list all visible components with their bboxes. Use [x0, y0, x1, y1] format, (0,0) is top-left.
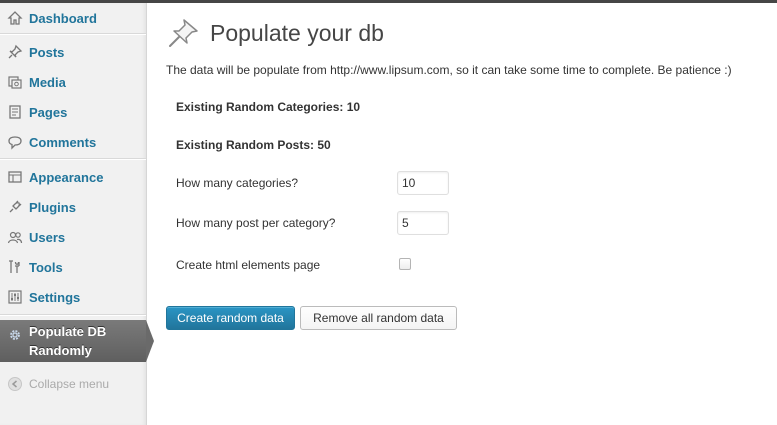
sidebar-current-label-line2: Randomly	[29, 343, 92, 358]
page-title: Populate your db	[210, 20, 384, 46]
tools-icon	[6, 258, 24, 276]
sidebar-item-dashboard[interactable]: Dashboard	[0, 3, 146, 33]
categories-count-input[interactable]	[397, 171, 449, 195]
current-menu-arrow	[146, 320, 154, 362]
sidebar-item-comments[interactable]: Comments	[0, 127, 146, 157]
sidebar-item-label: Plugins	[29, 199, 76, 215]
html-elements-page-checkbox[interactable]	[399, 258, 411, 270]
sidebar-item-label: Tools	[29, 259, 63, 275]
sidebar-item-label: Posts	[29, 44, 65, 60]
pushpin-icon	[166, 17, 202, 49]
intro-text: The data will be populate from http://ww…	[166, 63, 732, 77]
sidebar-item-label: Appearance	[29, 169, 104, 185]
users-icon	[6, 228, 24, 246]
page-header: Populate your db	[166, 17, 466, 51]
gear-icon	[6, 326, 24, 344]
remove-random-data-button[interactable]: Remove all random data	[300, 306, 457, 330]
sidebar-item-media[interactable]: Media	[0, 67, 146, 97]
menu-separator	[0, 33, 146, 35]
pages-icon	[6, 103, 24, 121]
sidebar-item-populate-db-randomly[interactable]: Populate DB Randomly	[0, 320, 154, 362]
sidebar-item-tools[interactable]: Tools	[0, 252, 146, 282]
collapse-menu-label: Collapse menu	[29, 377, 110, 391]
sidebar-item-label: Dashboard	[29, 10, 97, 26]
sidebar-item-label: Pages	[29, 104, 68, 120]
sidebar-item-posts[interactable]: Posts	[0, 37, 146, 67]
sidebar-item-users[interactable]: Users	[0, 222, 146, 252]
appearance-icon	[6, 168, 24, 186]
sidebar-item-appearance[interactable]: Appearance	[0, 162, 146, 192]
sidebar-item-label: Media	[29, 74, 66, 90]
plugins-icon	[6, 198, 24, 216]
posts-per-category-label: How many post per category?	[176, 216, 336, 230]
sidebar-item-label: Users	[29, 229, 66, 245]
create-random-data-button[interactable]: Create random data	[166, 306, 295, 330]
existing-posts-count: Existing Random Posts: 50	[176, 138, 331, 152]
collapse-menu-button[interactable]: Collapse menu	[0, 369, 146, 399]
sidebar-current-label-line1: Populate DB	[29, 324, 107, 339]
settings-icon	[6, 288, 24, 306]
collapse-arrow-icon	[6, 375, 24, 393]
comments-icon	[6, 133, 24, 151]
menu-separator	[0, 314, 146, 316]
existing-categories-count: Existing Random Categories: 10	[176, 100, 361, 114]
dashboard-icon	[6, 9, 24, 27]
sidebar-item-label: Populate DB Randomly	[29, 322, 106, 360]
html-elements-page-label: Create html elements page	[176, 258, 321, 272]
sidebar-item-settings[interactable]: Settings	[0, 282, 146, 312]
sidebar-item-pages[interactable]: Pages	[0, 97, 146, 127]
menu-separator	[0, 158, 146, 160]
pushpin-icon	[6, 43, 24, 61]
sidebar-item-label: Settings	[29, 289, 81, 305]
admin-sidebar: Dashboard Posts Media Pages Comments App…	[0, 3, 154, 425]
posts-per-category-input[interactable]	[397, 211, 449, 235]
sidebar-item-label: Comments	[29, 134, 97, 150]
sidebar-item-plugins[interactable]: Plugins	[0, 192, 146, 222]
categories-count-label: How many categories?	[176, 176, 299, 190]
media-icon	[6, 73, 24, 91]
